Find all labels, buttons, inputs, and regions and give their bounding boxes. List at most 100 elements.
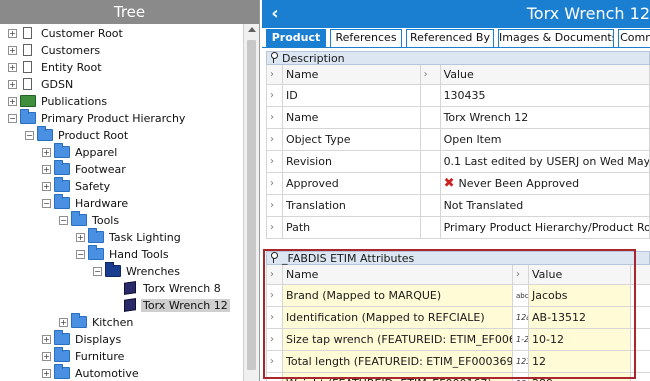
tree-item[interactable]: Torx Wrench 8 (110, 280, 223, 297)
attribute-value[interactable]: 0.1 Last edited by USERJ on Wed May 30 (441, 151, 650, 172)
description-header[interactable]: Description (266, 51, 650, 65)
table-row[interactable]: › Approved ✖ Never Been Approved (266, 173, 650, 195)
tree-item[interactable]: + Kitchen (59, 313, 135, 331)
col-name-header[interactable]: Name (283, 65, 421, 84)
attribute-value[interactable]: AB-13512 (529, 307, 631, 328)
tree-item-label: Torx Wrench 8 (143, 282, 221, 295)
scroll-up-icon[interactable] (248, 27, 256, 32)
tab-product[interactable]: Product (266, 29, 326, 47)
collapse-icon[interactable]: − (76, 250, 85, 259)
tree-item[interactable]: + Footwear (42, 160, 128, 178)
attribute-value[interactable]: ✖ Never Been Approved (441, 173, 650, 194)
col-value-header[interactable]: Value (529, 265, 631, 284)
expand-icon[interactable]: + (42, 182, 51, 191)
attribute-value[interactable]: 130435 (441, 85, 650, 106)
chevron-right-icon[interactable]: › (267, 107, 283, 128)
attribute-value[interactable]: Open Item (441, 129, 650, 150)
collapse-icon[interactable]: − (93, 267, 102, 276)
tree-item[interactable]: + Customers (8, 42, 102, 59)
tree-item[interactable]: + Customer Root (8, 25, 125, 42)
expand-icon[interactable]: + (42, 148, 51, 157)
table-row[interactable]: › Name Torx Wrench 12 (266, 107, 650, 129)
expand-icon[interactable]: + (42, 165, 51, 174)
folder-icon (20, 95, 36, 108)
expand-icon[interactable]: + (8, 29, 17, 38)
tree-item[interactable]: + Apparel (42, 143, 119, 161)
table-row[interactable]: ›Identification (Mapped to REFCIALE)12a A… (266, 307, 650, 329)
tree-item[interactable]: + Task Lighting (76, 228, 183, 246)
tree-item[interactable]: + Displays (42, 330, 123, 348)
tab-images-documents[interactable]: Images & Documents (498, 29, 614, 47)
chevron-right-icon[interactable]: › (267, 329, 283, 350)
attribute-value[interactable]: Torx Wrench 12 (441, 107, 650, 128)
expand-icon[interactable]: + (8, 97, 17, 106)
col-name-header[interactable]: Name (283, 265, 513, 284)
chevron-right-icon[interactable]: › (267, 217, 283, 238)
expand-icon[interactable]: + (8, 46, 17, 55)
col-value-header[interactable]: Value (441, 65, 650, 84)
attribute-value[interactable]: Not Translated (441, 195, 650, 216)
attribute-value[interactable]: Jacobs (529, 285, 631, 306)
tree-item[interactable]: + Automotive (42, 364, 141, 381)
table-row[interactable]: › Total length (FEATUREID: ETIM_EF000369)… (266, 351, 650, 373)
tab-comm[interactable]: Comm (618, 29, 650, 47)
attribute-value[interactable]: 10-12 (529, 329, 631, 350)
table-row[interactable]: › Translation Not Translated (266, 195, 650, 217)
tree-item[interactable]: + Safety (42, 177, 112, 195)
tree-item[interactable]: + GDSN (8, 76, 75, 93)
collapse-icon[interactable]: − (8, 114, 17, 123)
chevron-right-icon[interactable]: › (267, 351, 283, 372)
chevron-right-icon[interactable]: › (267, 307, 283, 328)
expand-icon[interactable]: + (42, 352, 51, 361)
expand-icon[interactable]: + (59, 318, 68, 327)
tree-item[interactable]: + Entity Root (8, 59, 104, 76)
spacer-cell (421, 195, 441, 216)
tree-item[interactable]: − Wrenches (93, 262, 182, 280)
table-row[interactable]: ›Weight (FEATUREID: ETIM_EF000167)12a289… (266, 373, 650, 381)
chevron-right-icon[interactable]: › (267, 173, 283, 194)
tree-item[interactable]: + Furniture (42, 347, 126, 365)
scroll-thumb[interactable] (247, 40, 256, 370)
collapse-icon[interactable]: − (59, 216, 68, 225)
etim-section: _FABDIS ETIM Attributes › Name › Value ›… (266, 251, 650, 381)
attribute-name: Name (283, 107, 421, 128)
table-row[interactable]: › Revision 0.1 Last edited by USERJ on Wed… (266, 151, 650, 173)
chevron-right-icon[interactable]: › (267, 85, 283, 106)
document-icon (20, 44, 36, 57)
attribute-value[interactable]: 289 g (529, 373, 631, 381)
tab-references[interactable]: References (330, 29, 402, 47)
tree-scrollbar[interactable] (243, 24, 259, 381)
tree-item[interactable]: − Hand Tools (76, 245, 171, 263)
attribute-value[interactable]: Primary Product Hierarchy/Product Root/H (441, 217, 650, 238)
table-row[interactable]: › Brand (Mapped to MARQUE) abc Jacobs (266, 285, 650, 307)
tree-item[interactable]: − Primary Product Hierarchy (8, 109, 187, 127)
tree-item-selected[interactable]: Torx Wrench 12 (110, 297, 230, 314)
expand-icon[interactable]: + (42, 335, 51, 344)
table-row[interactable]: › ID 130435 (266, 85, 650, 107)
attribute-value[interactable]: 12 (529, 351, 631, 372)
pin-icon[interactable] (269, 52, 279, 64)
expand-icon[interactable]: + (76, 233, 85, 242)
chevron-right-icon[interactable]: › (267, 373, 283, 381)
tree-item[interactable]: − Tools (59, 211, 121, 229)
pin-icon[interactable] (269, 252, 279, 264)
table-row[interactable]: › Object Type Open Item (266, 129, 650, 151)
chevron-right-icon[interactable]: › (267, 285, 283, 306)
attribute-name: Revision (283, 151, 421, 172)
etim-header[interactable]: _FABDIS ETIM Attributes (266, 251, 650, 265)
expand-icon[interactable]: + (42, 369, 51, 378)
table-row[interactable]: ›Size tap wrench (FEATUREID: ETIM_EF0066… (266, 329, 650, 351)
tree-item[interactable]: − Product Root (25, 126, 130, 144)
collapse-icon[interactable]: − (42, 199, 51, 208)
tree-item[interactable]: − Hardware (42, 194, 130, 212)
chevron-right-icon[interactable]: › (267, 151, 283, 172)
expand-icon[interactable]: + (8, 80, 17, 89)
table-row[interactable]: › Path Primary Product Hierarchy/Product R… (266, 217, 650, 239)
attribute-name: Object Type (283, 129, 421, 150)
chevron-right-icon[interactable]: › (267, 129, 283, 150)
collapse-icon[interactable]: − (25, 131, 34, 140)
tree-item[interactable]: + Publications (8, 93, 109, 110)
chevron-right-icon[interactable]: › (267, 195, 283, 216)
tab-referenced-by[interactable]: Referenced By (406, 29, 494, 47)
expand-icon[interactable]: + (8, 63, 17, 72)
